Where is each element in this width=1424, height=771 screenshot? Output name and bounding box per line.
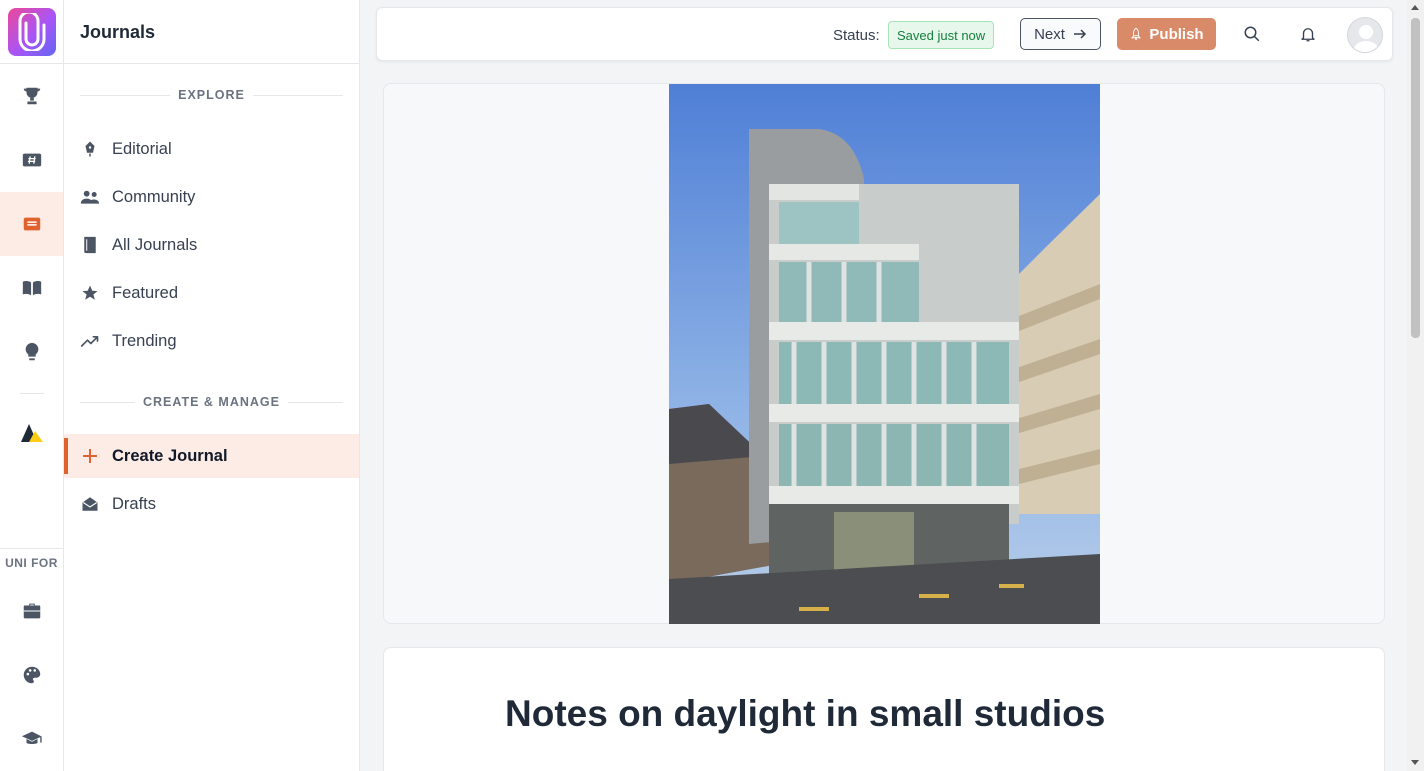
nav-item-featured[interactable]: Featured: [64, 271, 359, 315]
briefcase-icon: [23, 603, 40, 619]
rail-item-business[interactable]: [0, 579, 63, 643]
scroll-down-icon[interactable]: [1411, 760, 1419, 765]
people-icon: [80, 187, 100, 207]
nav-item-editorial[interactable]: Editorial: [64, 127, 359, 171]
rail-separator: [20, 393, 44, 394]
star-icon: [80, 283, 100, 303]
building-photo-illustration: [669, 84, 1100, 624]
app-logo[interactable]: [8, 8, 56, 56]
rail-item-education[interactable]: [0, 707, 63, 771]
status-badge: Saved just now: [888, 21, 995, 49]
rail-item-ideas[interactable]: [0, 320, 63, 384]
nav-item-create-journal[interactable]: Create Journal: [64, 434, 359, 478]
explore-heading: EXPLORE: [80, 88, 343, 102]
bell-icon[interactable]: [1298, 24, 1318, 44]
book-icon: [80, 235, 100, 255]
rail-group-label: UNI FOR: [5, 556, 58, 570]
nav-item-drafts[interactable]: Drafts: [64, 482, 359, 526]
paperclip-logo-icon: [18, 13, 46, 51]
journal-title-input[interactable]: Notes on daylight in small studios: [505, 693, 1105, 735]
open-book-icon: [22, 280, 41, 296]
brand-triangle-icon: [20, 424, 43, 442]
journal-content-card: Notes on daylight in small studios: [383, 647, 1385, 771]
trending-up-icon: [80, 331, 100, 351]
cover-image-card[interactable]: [383, 83, 1385, 624]
trophy-icon: [23, 87, 40, 105]
palette-icon: [23, 666, 40, 684]
hashtag-news-icon: [22, 153, 41, 167]
publish-button[interactable]: Publish: [1117, 18, 1216, 50]
arrow-right-icon: [1073, 29, 1086, 39]
graduation-cap-icon: [21, 731, 42, 745]
rail-group-divider: [0, 548, 63, 549]
plus-icon: [80, 446, 100, 466]
envelope-open-icon: [80, 494, 100, 514]
avatar[interactable]: [1347, 17, 1383, 53]
pen-nib-icon: [80, 139, 100, 159]
cover-photo: [669, 84, 1100, 624]
journal-icon: [23, 217, 40, 231]
rail-item-creatives[interactable]: [0, 643, 63, 707]
nav-item-community[interactable]: Community: [64, 175, 359, 219]
nav-title: Journals: [80, 22, 156, 42]
scroll-up-icon[interactable]: [1411, 5, 1419, 10]
next-button[interactable]: Next: [1020, 18, 1101, 50]
user-avatar-icon: [1348, 18, 1382, 52]
status-label: Status:: [833, 27, 880, 44]
search-icon[interactable]: [1242, 24, 1262, 44]
page-scrollbar[interactable]: [1407, 0, 1424, 771]
journals-nav-panel: Journals EXPLORE Editorial Community All…: [64, 0, 360, 771]
lightbulb-icon: [25, 342, 38, 361]
rail-item-achievements[interactable]: [0, 64, 63, 128]
rail-item-library[interactable]: [0, 256, 63, 320]
rocket-icon: [1131, 27, 1141, 41]
nav-item-all-journals[interactable]: All Journals: [64, 223, 359, 267]
nav-item-trending[interactable]: Trending: [64, 319, 359, 363]
nav-divider: [64, 63, 359, 64]
rail-item-news[interactable]: [0, 128, 63, 192]
icon-rail: UNI FOR: [0, 0, 64, 771]
rail-item-journals[interactable]: [0, 192, 63, 256]
scroll-thumb[interactable]: [1411, 18, 1420, 338]
rail-item-brand[interactable]: [0, 401, 63, 465]
editor-topbar: Status: Saved just now Next Publish: [376, 7, 1393, 61]
create-manage-heading: CREATE & MANAGE: [80, 395, 343, 409]
